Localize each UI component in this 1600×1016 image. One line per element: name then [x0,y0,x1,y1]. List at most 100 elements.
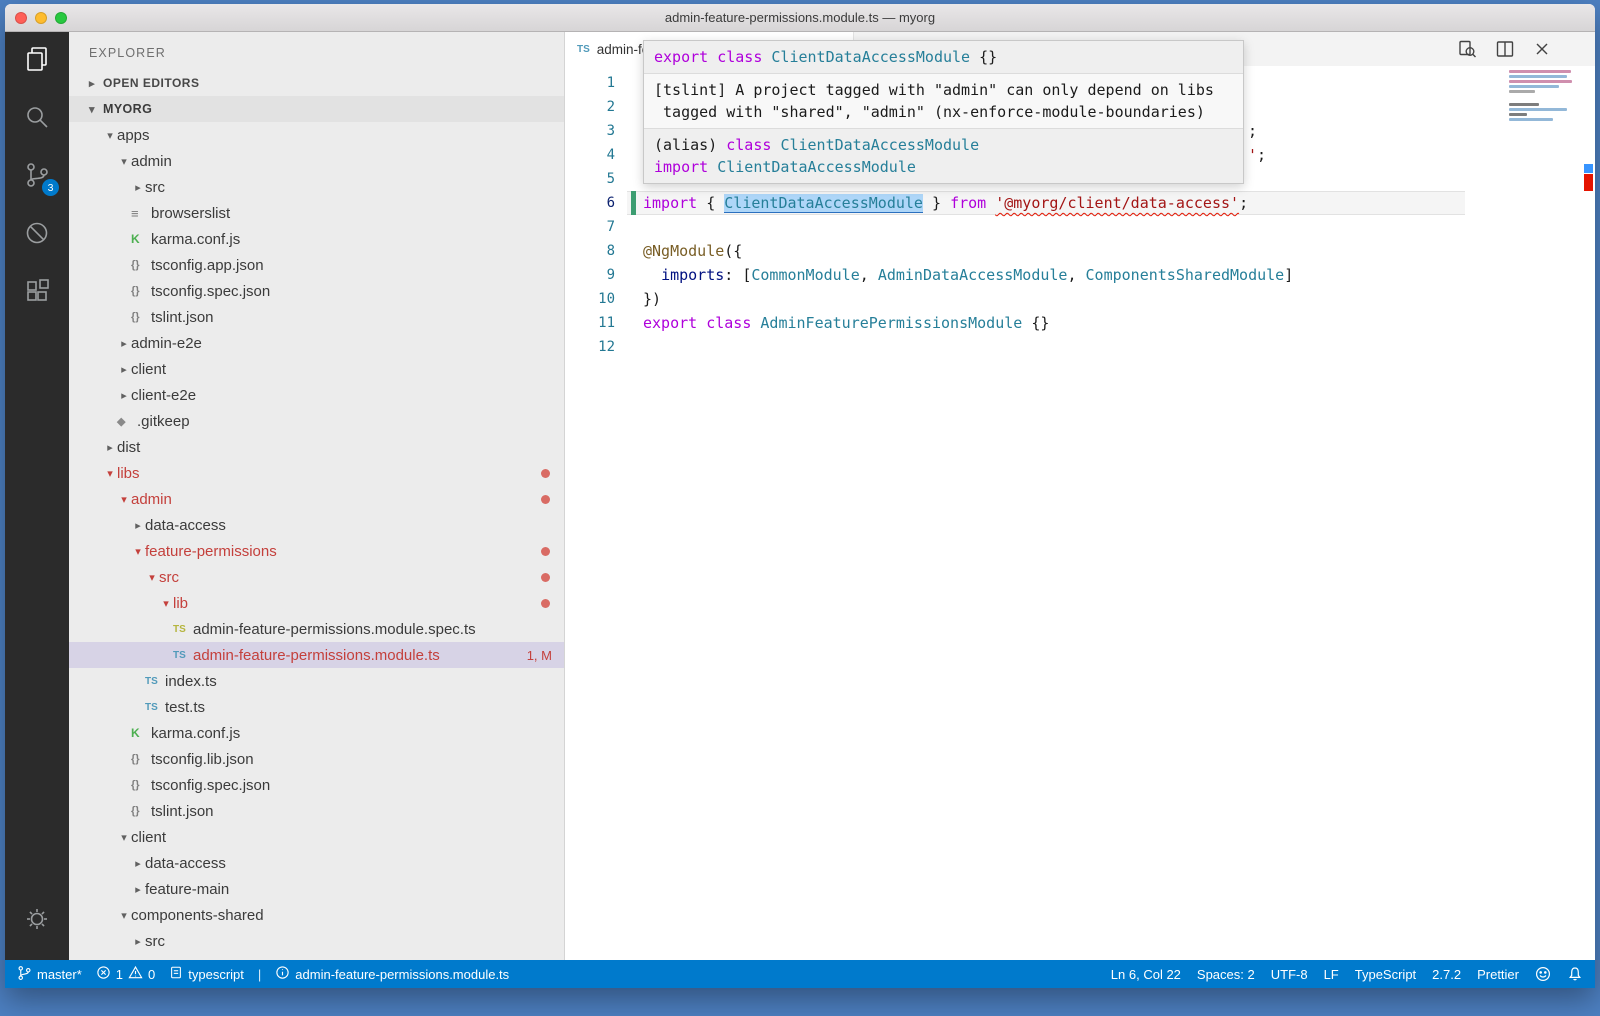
ts-file-icon: TS [173,650,193,661]
tree-item-label: src [159,569,179,586]
tree-folder[interactable]: ▾apps [69,122,564,148]
minimize-window-button[interactable] [35,12,47,24]
tree-file[interactable]: TSadmin-feature-permissions.module.ts1, … [69,642,564,668]
tree-folder[interactable]: ▾client [69,824,564,850]
problems-modified-badge: 1, M [527,648,552,663]
line-number: 6 [565,191,615,215]
code-line[interactable]: 9 imports: [CommonModule, AdminDataAcces… [565,263,1595,287]
tree-file[interactable]: {}tsconfig.app.json [69,252,564,278]
code-line[interactable]: 11export class AdminFeaturePermissionsMo… [565,311,1595,335]
open-changes-icon[interactable] [1457,39,1477,59]
json-file-icon: {} [131,285,151,297]
tree-item-label: lib [173,595,188,612]
code-line[interactable]: 12 [565,335,1595,359]
root-folder-header[interactable]: ▾ MYORG [69,96,564,122]
settings-button[interactable] [5,892,69,950]
explorer-activity-button[interactable] [5,32,69,90]
close-window-button[interactable] [15,12,27,24]
formatter[interactable]: Prettier [1477,967,1519,982]
code-token: AdminDataAccessModule [878,266,1068,284]
tree-file[interactable]: {}tsconfig.spec.json [69,278,564,304]
code-line[interactable]: 10}) [565,287,1595,311]
tree-item-label: dist [117,439,140,456]
tree-folder[interactable]: ▸dist [69,434,564,460]
feedback-smiley-icon[interactable] [1535,966,1551,982]
code-line[interactable]: 8@NgModule({ [565,239,1595,263]
tree-folder[interactable]: ▾admin [69,486,564,512]
open-editors-header[interactable]: ▸ OPEN EDITORS [69,70,564,96]
cursor-position[interactable]: Ln 6, Col 22 [1111,967,1181,982]
karma-file-icon: K [131,726,151,740]
tree-folder[interactable]: ▾feature-permissions [69,538,564,564]
tree-folder[interactable]: ▸admin-e2e [69,330,564,356]
tree-file[interactable]: {}tslint.json [69,304,564,330]
tree-file[interactable]: {}tslint.json [69,798,564,824]
tree-file[interactable]: {}tsconfig.spec.json [69,772,564,798]
tslint-status[interactable]: typescript [169,965,244,983]
warning-icon [128,965,143,983]
tree-folder[interactable]: ▾admin [69,148,564,174]
info-icon [275,965,290,983]
tree-folder[interactable]: ▸feature-main [69,876,564,902]
language-mode[interactable]: TypeScript [1355,967,1416,982]
tree-file[interactable]: TSindex.ts [69,668,564,694]
line-number: 1 [565,71,615,95]
tree-folder[interactable]: ▸src [69,174,564,200]
code-token: from [950,194,986,212]
indentation[interactable]: Spaces: 2 [1197,967,1255,982]
code-token: (alias) [654,136,726,154]
file-info-status[interactable]: admin-feature-permissions.module.ts [275,965,509,983]
tree-file[interactable]: ◆.gitkeep [69,408,564,434]
encoding[interactable]: UTF-8 [1271,967,1308,982]
source-control-activity-button[interactable]: 3 [5,148,69,206]
zoom-window-button[interactable] [55,12,67,24]
close-editor-icon[interactable] [1533,40,1551,58]
tree-folder[interactable]: ▸client [69,356,564,382]
tree-item-label: admin-e2e [131,335,202,352]
tree-file[interactable]: Kkarma.conf.js [69,720,564,746]
code-line[interactable]: 6import { ClientDataAccessModule } from … [565,191,1595,215]
scm-badge: 3 [42,179,59,196]
chevron-down-icon: ▾ [117,831,131,844]
tree-file[interactable]: ≡browserslist [69,200,564,226]
tree-folder[interactable]: ▾libs [69,460,564,486]
extensions-activity-button[interactable] [5,264,69,322]
minimap[interactable] [1509,70,1575,121]
tree-folder[interactable]: ▾lib [69,590,564,616]
tree-file[interactable]: TStest.ts [69,694,564,720]
tree-folder[interactable]: ▸src [69,928,564,954]
tree-item-label: karma.conf.js [151,725,240,742]
tree-file[interactable]: TSadmin-feature-permissions.module.spec.… [69,616,564,642]
titlebar[interactable]: admin-feature-permissions.module.ts — my… [5,4,1595,32]
debug-activity-button[interactable] [5,206,69,264]
notifications-bell-icon[interactable] [1567,966,1583,982]
status-right: Ln 6, Col 22 Spaces: 2 UTF-8 LF TypeScript 2.… [1111,966,1583,982]
files-icon [22,44,52,79]
split-editor-icon[interactable] [1495,39,1515,59]
git-branch-status[interactable]: master* [17,965,82,984]
tree-folder[interactable]: ▾components-shared [69,902,564,928]
tree-file[interactable]: Kkarma.conf.js [69,226,564,252]
warning-count: 0 [148,967,155,982]
code-token: ClientDataAccessModule [717,158,916,176]
code-token: {} [970,48,997,66]
problems-status[interactable]: 1 0 [96,965,155,983]
search-activity-button[interactable] [5,90,69,148]
code-area[interactable]: 123;4';56import { ClientDataAccessModule… [565,66,1595,960]
tree-folder[interactable]: ▸data-access [69,850,564,876]
tree-item-label: components-shared [131,907,264,924]
code-line[interactable]: 7 [565,215,1595,239]
tree-folder[interactable]: ▾src [69,564,564,590]
overview-ruler[interactable] [1584,66,1593,960]
code-token: imports [661,266,724,284]
ts-version[interactable]: 2.7.2 [1432,967,1461,982]
tree-item-label: tsconfig.app.json [151,257,264,274]
error-count: 1 [116,967,123,982]
chevron-right-icon: ▸ [131,857,145,870]
tree-folder[interactable]: ▸client-e2e [69,382,564,408]
tree-folder[interactable]: ▸data-access [69,512,564,538]
extensions-icon [22,276,52,311]
ts-file-icon: TS [145,702,165,713]
eol[interactable]: LF [1324,967,1339,982]
tree-file[interactable]: {}tsconfig.lib.json [69,746,564,772]
